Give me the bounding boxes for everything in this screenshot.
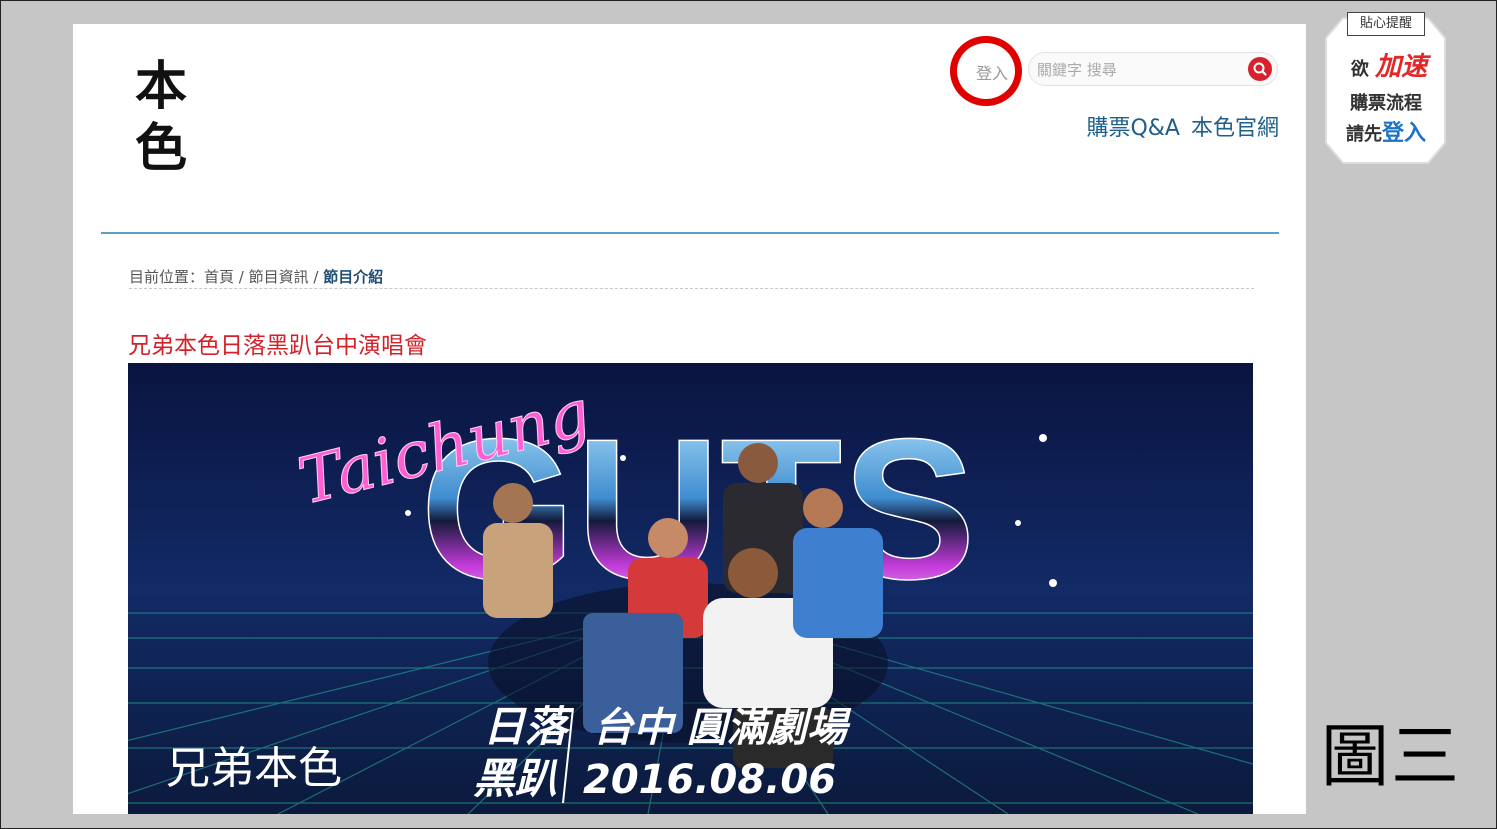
breadcrumb-prefix: 目前位置： <box>129 268 205 286</box>
tip-line3-prefix: 請先 <box>1345 124 1382 145</box>
header-divider <box>101 232 1279 234</box>
banner-artwork: GUTS Taichung 兄弟本色 日落 台中 圓滿劇場 黑趴 2016.08… <box>128 363 1253 814</box>
breadcrumb-separator: / <box>308 268 324 286</box>
figure-label: 圖三 <box>1321 718 1462 797</box>
breadcrumb: 目前位置：首頁 / 節目資訊 / 節目介紹 <box>129 266 383 287</box>
search-icon <box>1253 62 1267 76</box>
banner-text-venue: 台中 圓滿劇場 <box>593 705 852 751</box>
breadcrumb-separator: / <box>234 268 249 286</box>
ticket-qa-link[interactable]: 購票Q&A <box>1086 116 1180 141</box>
tip-line-3[interactable]: 請先登入 <box>1331 115 1441 147</box>
official-site-link[interactable]: 本色官網 <box>1191 116 1279 141</box>
tip-line-1: 欲 加速 <box>1339 46 1439 83</box>
tip-login-accent[interactable]: 登入 <box>1382 121 1426 146</box>
site-logo[interactable]: 本色 <box>131 56 191 180</box>
banner-text-party: 黑趴 <box>473 754 558 803</box>
tip-line-2: 購票流程 <box>1350 93 1422 114</box>
tip-title: 貼心提醒 <box>1347 12 1425 36</box>
tip-line1-prefix: 欲 <box>1350 59 1369 80</box>
breadcrumb-program-info[interactable]: 節目資訊 <box>249 268 309 286</box>
event-banner: GUTS Taichung 兄弟本色 日落 台中 圓滿劇場 黑趴 2016.08… <box>128 363 1253 814</box>
screenshot-frame: 本色 登入 購票Q&A 本色官網 目前位置：首頁 / 節目資訊 / 節目介紹 兄… <box>0 0 1497 829</box>
web-page: 本色 登入 購票Q&A 本色官網 目前位置：首頁 / 節目資訊 / 節目介紹 兄… <box>73 24 1306 814</box>
search-input[interactable] <box>1037 59 1237 81</box>
login-link[interactable]: 登入 <box>976 60 1008 84</box>
breadcrumb-home[interactable]: 首頁 <box>204 268 234 286</box>
banner-logo: 兄弟本色 <box>166 743 342 794</box>
search-box <box>1028 52 1278 86</box>
top-links: 購票Q&A 本色官網 <box>1082 110 1279 142</box>
breadcrumb-current: 節目介紹 <box>323 268 384 286</box>
banner-text-date: 2016.08.06 <box>583 757 836 803</box>
banner-text-sunset: 日落 <box>483 702 574 751</box>
event-title: 兄弟本色日落黑趴台中演唱會 <box>128 333 427 359</box>
search-button[interactable] <box>1248 57 1272 81</box>
tip-line1-accent: 加速 <box>1375 52 1428 82</box>
breadcrumb-divider <box>129 288 1254 289</box>
